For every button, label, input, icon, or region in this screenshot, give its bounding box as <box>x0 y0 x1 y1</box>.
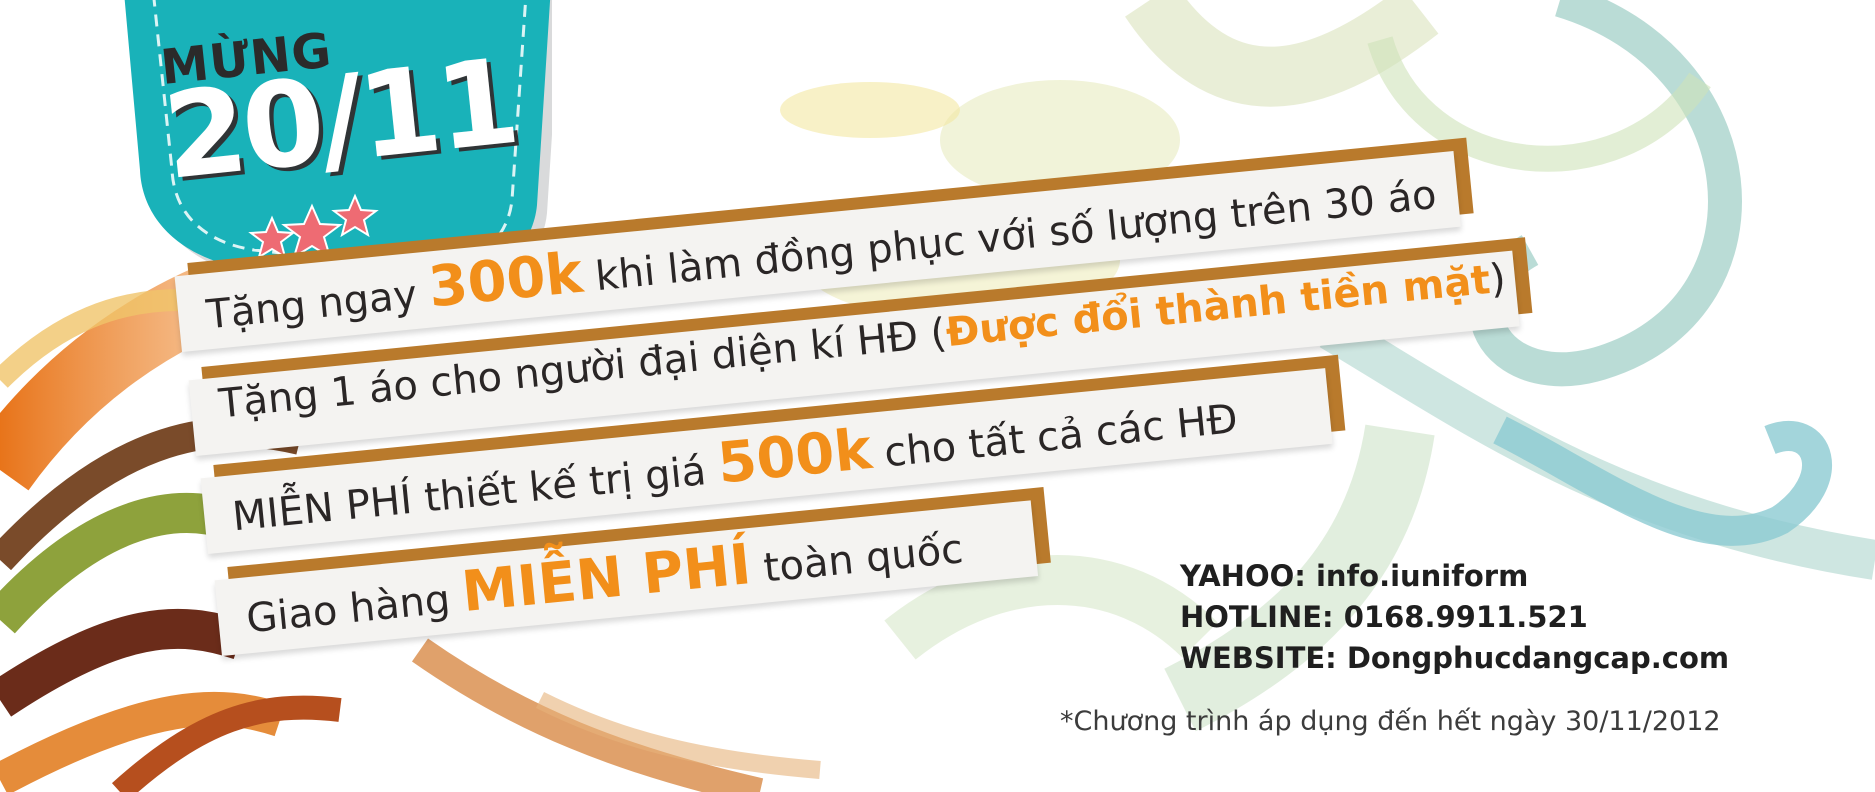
contact-website: WEBSITE: Dongphucdangcap.com <box>1180 641 1730 675</box>
program-note: *Chương trình áp dụng đến hết ngày 30/11… <box>1060 706 1721 737</box>
contact-hotline: HOTLINE: 0168.9911.521 <box>1180 600 1588 634</box>
contact-info: YAHOO: info.iuniform HOTLINE: 0168.9911.… <box>1180 556 1729 679</box>
contact-yahoo: YAHOO: info.iuniform <box>1180 559 1529 593</box>
promo-banner: MỪNG 20/11 Tặng ngay 300k khi làm đồng p… <box>0 0 1875 792</box>
